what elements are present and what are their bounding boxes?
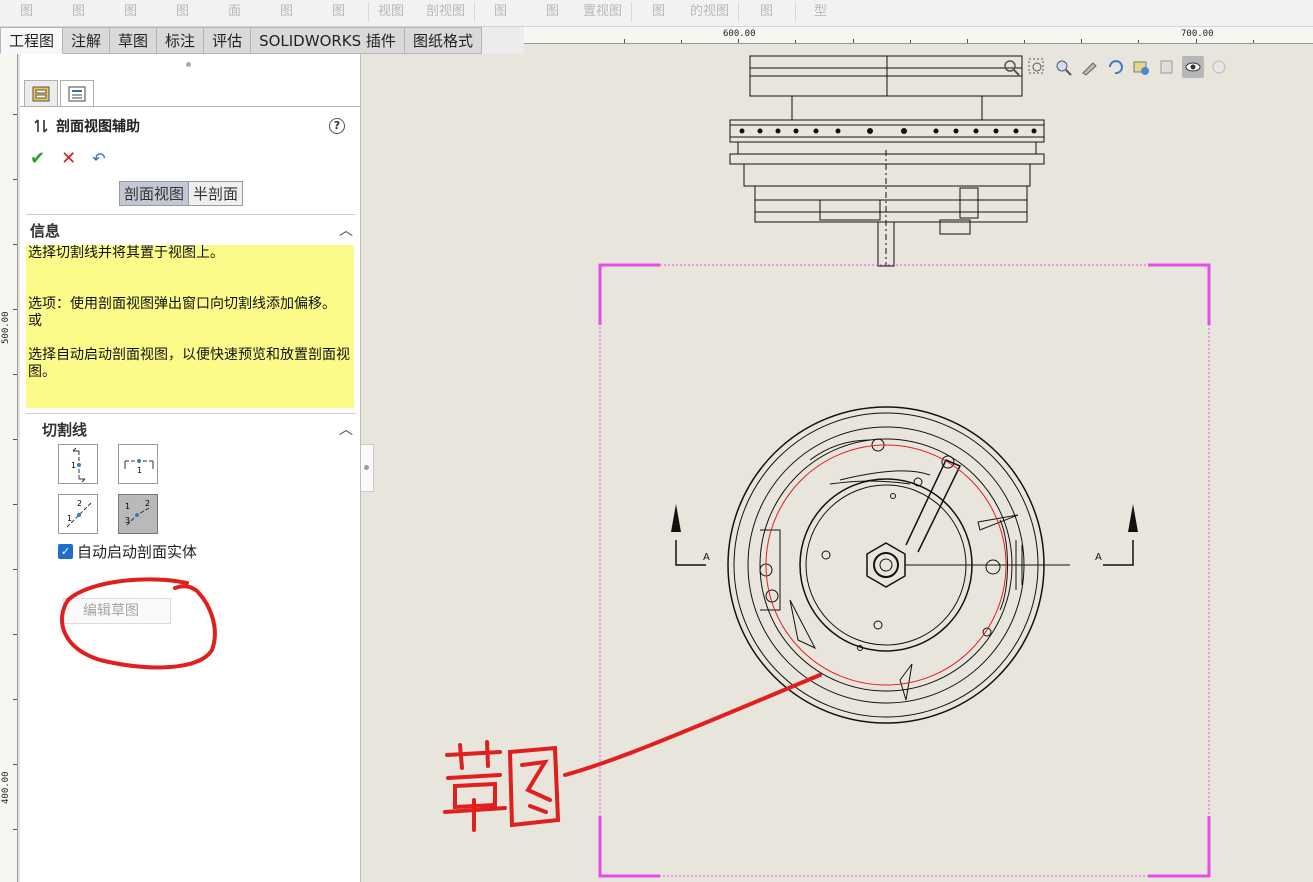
heads-up-view-toolbar bbox=[1000, 55, 1230, 79]
edit-sketch-button[interactable]: 编辑草图 bbox=[63, 598, 171, 624]
auto-start-checkbox[interactable]: ✓ bbox=[58, 544, 73, 559]
ribbon-ghost-item[interactable]: 剖视图 bbox=[426, 0, 465, 19]
horizontal-ruler: 600.00 700.00 bbox=[524, 27, 1313, 44]
info-line bbox=[28, 262, 352, 279]
panel-title: 剖面视图辅助 bbox=[56, 119, 140, 135]
vertical-cutline-icon: 1 bbox=[71, 447, 86, 483]
section-label-left[interactable]: A bbox=[703, 552, 710, 563]
section-assist-icon bbox=[34, 119, 48, 133]
ribbon-ghost-item[interactable]: 面 bbox=[228, 0, 241, 19]
ribbon-ghost-item[interactable]: 图 bbox=[72, 0, 85, 19]
cutline-section-title[interactable]: 切割线 bbox=[42, 419, 87, 440]
ribbon-ghost-item[interactable]: 型 bbox=[814, 0, 827, 19]
info-message-box: 选择切割线并将其置于视图上。 选项：使用剖面视图弹出窗口向切割线添加偏移。 或 … bbox=[26, 245, 354, 408]
ribbon-ghost-item[interactable]: 图 bbox=[280, 0, 293, 19]
svg-text:3: 3 bbox=[125, 516, 130, 525]
zoom-area-icon[interactable] bbox=[1026, 56, 1048, 78]
vertical-ruler: 500.00 400.00 bbox=[0, 54, 18, 882]
section-line-left bbox=[675, 540, 706, 566]
pan-icon[interactable] bbox=[1078, 56, 1100, 78]
command-ribbon: 图 图 图 图 面 图 图 视图 剖视图 图 图 置视图 图 的视图 图 型 bbox=[0, 0, 1313, 27]
arrow-right-icon bbox=[1128, 504, 1138, 532]
info-line bbox=[28, 279, 352, 296]
half-section-mode-button[interactable]: 半剖面 bbox=[189, 182, 243, 205]
appearance-icon[interactable] bbox=[1208, 56, 1230, 78]
collapse-cutline-icon[interactable]: ︿ bbox=[339, 419, 353, 439]
panel-grip[interactable] bbox=[186, 62, 191, 67]
rotate-icon[interactable] bbox=[1104, 56, 1126, 78]
ribbon-ghost-item[interactable]: 图 bbox=[124, 0, 137, 19]
section-label-right[interactable]: A bbox=[1095, 552, 1102, 563]
ribbon-ghost-item[interactable]: 图 bbox=[20, 0, 33, 19]
property-manager-tab[interactable] bbox=[60, 80, 94, 107]
panel-collapse-handle[interactable] bbox=[361, 444, 374, 492]
aligned-cutline-button[interactable]: 1 2 3 bbox=[118, 494, 158, 534]
panel-tabs bbox=[24, 80, 94, 107]
info-line: 选项：使用剖面视图弹出窗口向切割线添加偏移。 bbox=[28, 296, 336, 312]
ruler-label: 600.00 bbox=[723, 29, 756, 39]
front-view-drawing bbox=[727, 406, 1070, 724]
display-style-icon[interactable] bbox=[1156, 56, 1178, 78]
horizontal-cutline-button[interactable]: 1 bbox=[118, 444, 158, 484]
drawing-sheet: A A bbox=[598, 55, 1211, 878]
ribbon-ghost-item[interactable]: 图 bbox=[652, 0, 665, 19]
tab-sketch[interactable]: 草图 bbox=[110, 27, 158, 54]
feature-manager-tab[interactable] bbox=[24, 80, 58, 107]
view-settings-icon[interactable] bbox=[1130, 56, 1152, 78]
previous-view-icon[interactable] bbox=[1052, 56, 1074, 78]
info-section-title[interactable]: 信息 bbox=[30, 220, 60, 241]
info-line: 或 bbox=[28, 313, 42, 329]
ribbon-ghost-item[interactable]: 图 bbox=[494, 0, 507, 19]
ribbon-ghost-item[interactable]: 图 bbox=[332, 0, 345, 19]
help-icon[interactable]: ? bbox=[329, 118, 345, 134]
ribbon-ghost-item[interactable]: 图 bbox=[176, 0, 189, 19]
ruler-label: 400.00 bbox=[1, 771, 11, 804]
auxiliary-cutline-icon: 21 bbox=[66, 499, 92, 528]
ribbon-ghost-item[interactable]: 图 bbox=[760, 0, 773, 19]
auxiliary-cutline-button[interactable]: 21 bbox=[58, 494, 98, 534]
svg-text:1: 1 bbox=[67, 514, 72, 523]
svg-text:2: 2 bbox=[145, 499, 150, 508]
tab-drawing[interactable]: 工程图 bbox=[0, 27, 64, 54]
svg-text:2: 2 bbox=[77, 499, 82, 508]
horizontal-cutline-icon: 1 bbox=[124, 459, 154, 475]
svg-text:1: 1 bbox=[125, 502, 130, 511]
hide-show-items-icon[interactable] bbox=[1182, 56, 1204, 78]
ruler-label: 700.00 bbox=[1181, 29, 1214, 39]
section-line-right bbox=[1103, 540, 1134, 566]
info-line bbox=[28, 330, 352, 347]
panel-actions: ✔ ✕ ↶ bbox=[30, 148, 106, 169]
ok-button[interactable]: ✔ bbox=[30, 148, 45, 169]
aligned-cutline-icon: 1 2 3 bbox=[125, 499, 152, 526]
drawing-canvas[interactable]: A A bbox=[362, 44, 1313, 882]
arrow-left-icon bbox=[671, 504, 681, 532]
zoom-to-fit-icon[interactable] bbox=[1000, 56, 1022, 78]
ribbon-ghost-item[interactable]: 视图 bbox=[378, 0, 404, 19]
auto-start-label[interactable]: 自动启动剖面实体 bbox=[77, 541, 197, 562]
auto-start-row: ✓ 自动启动剖面实体 bbox=[58, 541, 197, 562]
svg-text:1: 1 bbox=[137, 466, 142, 475]
info-line: 选择自动启动剖面视图，以便快速预览和放置剖面视图。 bbox=[28, 347, 350, 380]
collapse-info-icon[interactable]: ︿ bbox=[339, 220, 353, 240]
ribbon-ghost-item[interactable]: 置视图 bbox=[583, 0, 622, 19]
top-view-drawing bbox=[729, 55, 1045, 267]
tab-dimension[interactable]: 标注 bbox=[157, 27, 205, 54]
ruler-label: 500.00 bbox=[1, 311, 11, 344]
feature-tree-icon bbox=[32, 86, 50, 101]
property-list-icon bbox=[68, 86, 86, 101]
info-line: 选择切割线并将其置于视图上。 bbox=[28, 245, 224, 261]
vertical-cutline-button[interactable]: 1 bbox=[58, 444, 98, 484]
undo-button[interactable]: ↶ bbox=[92, 149, 105, 168]
svg-text:1: 1 bbox=[71, 461, 76, 470]
cancel-button[interactable]: ✕ bbox=[61, 148, 76, 169]
ribbon-ghost-item[interactable]: 的视图 bbox=[690, 0, 729, 19]
property-manager-panel: 剖面视图辅助 ? ✔ ✕ ↶ 剖面视图 半剖面 信息 ︿ 选择切割线并将其置于视… bbox=[20, 54, 361, 882]
section-view-mode-button[interactable]: 剖面视图 bbox=[120, 182, 190, 205]
section-mode-toggle: 剖面视图 半剖面 bbox=[119, 181, 244, 206]
tab-evaluate[interactable]: 评估 bbox=[204, 27, 252, 54]
panel-header: 剖面视图辅助 bbox=[34, 116, 140, 136]
solidworks-window: 图 图 图 图 面 图 图 视图 剖视图 图 图 置视图 图 的视图 图 型 工… bbox=[0, 0, 1313, 882]
ribbon-ghost-item[interactable]: 图 bbox=[546, 0, 559, 19]
tab-annotation[interactable]: 注解 bbox=[63, 27, 111, 54]
